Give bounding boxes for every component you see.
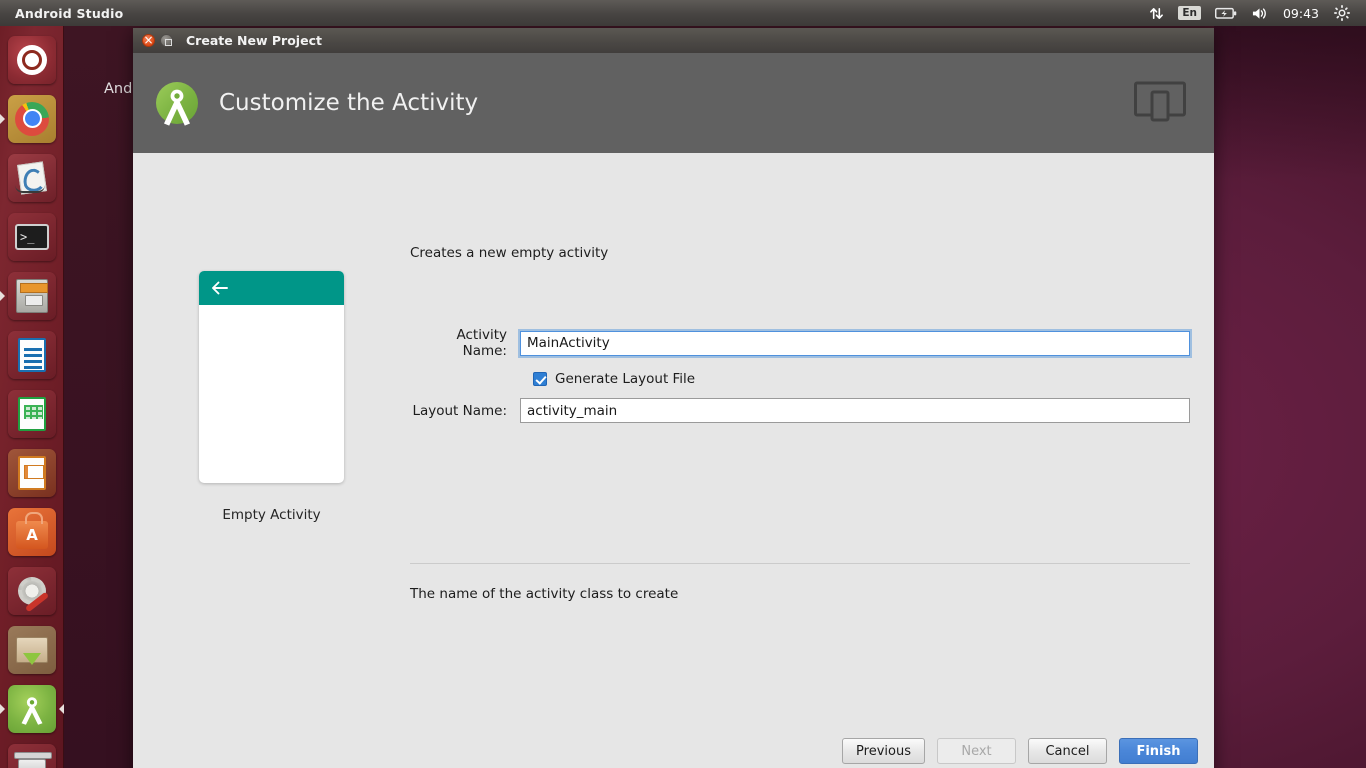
volume-icon[interactable] [1244,0,1275,26]
cancel-button[interactable]: Cancel [1028,738,1107,764]
software-updater-icon [8,625,56,674]
hint-text: The name of the activity class to create [410,586,679,602]
launcher-item-ubuntu-software[interactable]: A [0,502,64,561]
keyboard-layout-indicator[interactable]: En [1171,0,1208,26]
launcher-item-software-updater[interactable] [0,620,64,679]
layout-name-input[interactable] [520,398,1190,423]
system-tray: En 09:43 [1142,0,1366,26]
maximize-icon[interactable] [160,34,173,47]
top-panel: Android Studio En 09:43 [0,0,1366,26]
android-studio-logo-icon [156,82,198,126]
preview-appbar [199,271,344,305]
ubuntu-dash-icon [8,35,56,84]
close-icon[interactable] [142,32,155,48]
activity-form: Creates a new empty activity Activity Na… [410,153,1214,724]
unity-launcher: >_ A [0,26,64,768]
running-indicator-left [0,113,5,124]
hint-area: The name of the activity class to create [410,563,1190,602]
layout-name-row: Layout Name: [410,398,1190,423]
launcher-item-system-settings[interactable] [0,561,64,620]
device-form-factor-icon [1134,80,1186,126]
dialog-body: Empty Activity Creates a new empty activ… [133,153,1214,724]
generate-layout-label: Generate Layout File [555,371,696,387]
document-viewer-icon [8,153,56,202]
preview-card[interactable] [199,271,344,483]
launcher-item-libreoffice-calc[interactable] [0,384,64,443]
finish-button[interactable]: Finish [1119,738,1198,764]
activity-name-label: Activity Name: [456,327,508,359]
launcher-item-trash[interactable] [0,738,64,768]
libreoffice-writer-icon [8,330,56,379]
next-button: Next [937,738,1016,764]
launcher-item-files[interactable] [0,266,64,325]
gear-icon[interactable] [1327,0,1357,26]
page-title: Customize the Activity [219,90,479,116]
dialog-titlebar[interactable]: Create New Project [133,28,1214,53]
android-studio-icon [8,684,56,733]
back-arrow-icon [212,281,228,295]
terminal-icon: >_ [8,212,56,261]
create-new-project-dialog: Create New Project Customize the Activit… [133,28,1214,768]
files-icon [8,271,56,320]
trash-icon [8,743,56,768]
launcher-item-terminal[interactable]: >_ [0,207,64,266]
google-chrome-icon [8,94,56,143]
ubuntu-software-icon: A [8,507,56,556]
activity-preview: Empty Activity [133,153,410,724]
screen: Andr Android Studio En 09:43 >_ A × Crea… [0,0,1366,768]
generate-layout-row[interactable]: Generate Layout File [520,371,1190,387]
launcher-item-libreoffice-writer[interactable] [0,325,64,384]
battery-icon[interactable] [1208,0,1244,26]
network-icon[interactable] [1142,0,1171,26]
activity-name-input[interactable] [520,330,1190,356]
launcher-item-android-studio[interactable] [0,679,64,738]
libreoffice-impress-icon [8,448,56,497]
android-studio-compass-glyph [21,696,43,725]
panel-app-title[interactable]: Android Studio [15,6,123,21]
dialog-footer: Previous Next Cancel Finish [133,724,1214,768]
focused-indicator-right [59,703,64,714]
running-indicator-left [0,290,5,301]
system-settings-icon [8,566,56,615]
running-indicator-left [0,703,5,714]
preview-caption: Empty Activity [222,507,321,523]
launcher-item-ubuntu-dash[interactable] [0,30,64,89]
clock[interactable]: 09:43 [1275,6,1327,21]
generate-layout-checkbox[interactable] [533,372,547,386]
hint-separator [410,563,1190,564]
form-description: Creates a new empty activity [410,245,609,261]
keyboard-layout-label: En [1178,6,1201,20]
libreoffice-calc-icon [8,389,56,438]
launcher-item-google-chrome[interactable] [0,89,64,148]
launcher-item-document-viewer[interactable] [0,148,64,207]
previous-button[interactable]: Previous [842,738,925,764]
activity-name-row: Activity Name: [410,327,1190,359]
dialog-title: Create New Project [186,33,322,48]
launcher-item-libreoffice-impress[interactable] [0,443,64,502]
dialog-header: Customize the Activity [133,53,1214,153]
layout-name-label: Layout Name: [412,402,507,419]
